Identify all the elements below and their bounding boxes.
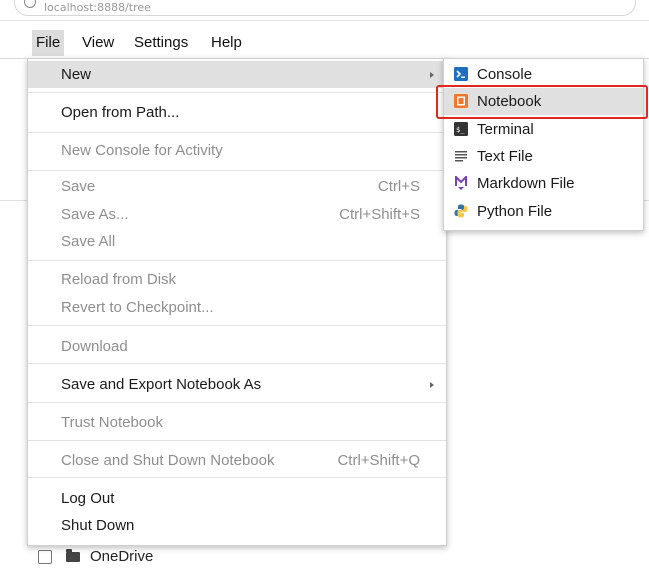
text-file-icon bbox=[455, 151, 467, 162]
menu-item-save-all: Save All bbox=[28, 228, 446, 255]
menu-item-close-shutdown: Close and Shut Down Notebook Ctrl+Shift+… bbox=[28, 447, 446, 474]
menu-item-new-console: New Console for Activity bbox=[28, 137, 446, 164]
submenu-item-console[interactable]: Console bbox=[444, 61, 643, 88]
menu-item-shortcut: Ctrl+Shift+S bbox=[339, 206, 420, 223]
menu-divider bbox=[28, 402, 446, 403]
menu-item-label: New Console for Activity bbox=[61, 142, 223, 159]
menu-item-label: Close and Shut Down Notebook bbox=[61, 452, 275, 469]
menu-item-label: Save All bbox=[61, 233, 116, 250]
terminal-icon: $_ bbox=[454, 122, 468, 136]
menu-item-new[interactable]: New bbox=[28, 61, 446, 88]
menu-item-shortcut: Ctrl+S bbox=[377, 178, 420, 195]
submenu-item-label: Text File bbox=[477, 148, 533, 165]
submenu-item-label: Console bbox=[477, 66, 533, 83]
menu-item-log-out[interactable]: Log Out bbox=[28, 485, 446, 512]
menu-item-revert: Revert to Checkpoint... bbox=[28, 294, 446, 321]
menu-file[interactable]: File bbox=[32, 30, 65, 56]
python-icon bbox=[454, 204, 468, 218]
menu-settings[interactable]: Settings bbox=[130, 30, 192, 56]
menu-view[interactable]: View bbox=[78, 30, 118, 56]
submenu-item-python-file[interactable]: Python File bbox=[444, 198, 643, 225]
address-bar-text[interactable]: localhost:8888/tree bbox=[44, 1, 151, 14]
row-checkbox[interactable] bbox=[38, 550, 52, 564]
console-icon bbox=[454, 67, 468, 81]
file-browser-row[interactable]: OneDrive bbox=[28, 548, 328, 568]
menu-help[interactable]: Help bbox=[207, 30, 246, 56]
submenu-item-markdown-file[interactable]: Markdown File bbox=[444, 170, 643, 197]
submenu-arrow-icon bbox=[430, 72, 434, 78]
menu-item-label: Save As... bbox=[61, 206, 129, 223]
file-name[interactable]: OneDrive bbox=[90, 548, 153, 565]
menu-item-label: Reload from Disk bbox=[61, 271, 177, 288]
menu-item-label: Download bbox=[61, 338, 128, 355]
submenu-item-label: Python File bbox=[477, 203, 553, 220]
annotation-highlight-box bbox=[436, 85, 648, 119]
menu-divider bbox=[28, 325, 446, 326]
menu-divider bbox=[28, 363, 446, 364]
folder-icon bbox=[66, 549, 80, 562]
menubar: File View Settings Help bbox=[0, 28, 649, 59]
menu-item-label: Log Out bbox=[61, 490, 115, 507]
menu-divider bbox=[28, 477, 446, 478]
file-menu: New Open from Path... New Console for Ac… bbox=[27, 58, 447, 546]
menu-item-download: Download bbox=[28, 333, 446, 360]
menu-divider bbox=[28, 440, 446, 441]
svg-text:$_: $_ bbox=[456, 126, 465, 134]
menu-divider bbox=[28, 132, 446, 133]
menu-item-label: New bbox=[61, 66, 92, 83]
menu-item-trust-notebook: Trust Notebook bbox=[28, 409, 446, 436]
menu-item-save: Save Ctrl+S bbox=[28, 173, 446, 200]
menu-divider bbox=[28, 260, 446, 261]
menu-item-open-from-path[interactable]: Open from Path... bbox=[28, 99, 446, 126]
new-submenu: Console Notebook $_ Terminal Text File M… bbox=[443, 58, 644, 231]
menu-item-shortcut: Ctrl+Shift+Q bbox=[337, 452, 420, 469]
menu-item-save-as: Save As... Ctrl+Shift+S bbox=[28, 201, 446, 228]
menu-item-reload: Reload from Disk bbox=[28, 266, 446, 293]
menu-item-label: Save and Export Notebook As bbox=[61, 376, 262, 393]
menu-item-shut-down[interactable]: Shut Down bbox=[28, 512, 446, 539]
menu-item-label: Shut Down bbox=[61, 517, 135, 534]
submenu-item-text-file[interactable]: Text File bbox=[444, 143, 643, 170]
menu-divider bbox=[28, 92, 446, 93]
submenu-arrow-icon bbox=[430, 382, 434, 388]
submenu-item-label: Markdown File bbox=[477, 175, 575, 192]
submenu-item-label: Terminal bbox=[477, 121, 534, 138]
submenu-item-terminal[interactable]: $_ Terminal bbox=[444, 116, 643, 143]
menu-item-save-export[interactable]: Save and Export Notebook As bbox=[28, 371, 446, 398]
menu-item-label: Save bbox=[61, 178, 96, 195]
markdown-icon bbox=[455, 176, 467, 190]
browser-url-bar: localhost:8888/tree bbox=[0, 0, 649, 21]
menu-item-label: Revert to Checkpoint... bbox=[61, 299, 214, 316]
menu-item-label: Open from Path... bbox=[61, 104, 180, 121]
menu-item-label: Trust Notebook bbox=[61, 414, 163, 431]
menu-divider bbox=[28, 170, 446, 171]
